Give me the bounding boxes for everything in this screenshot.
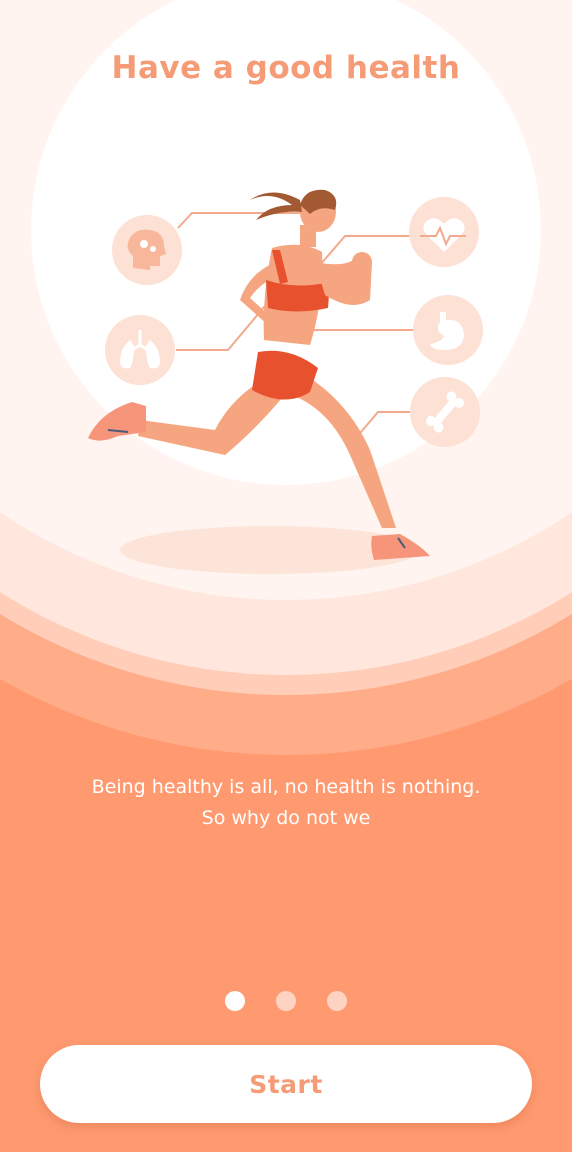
lungs-icon <box>105 315 175 385</box>
start-button[interactable]: Start <box>40 1045 532 1123</box>
heartbeat-icon <box>409 197 479 267</box>
description-text: Being healthy is all, no health is nothi… <box>0 772 572 834</box>
runner-illustration <box>88 189 483 574</box>
brain-gears-icon <box>112 215 182 285</box>
stomach-icon <box>413 295 483 365</box>
description-line-1: Being healthy is all, no health is nothi… <box>91 776 481 798</box>
page-title: Have a good health <box>111 50 461 86</box>
page-dot-2[interactable] <box>276 991 296 1011</box>
description-line-2: So why do not we <box>201 807 371 829</box>
bone-icon <box>410 377 480 447</box>
onboarding-screen: Have a good health Being healthy is all,… <box>0 0 572 1152</box>
page-dot-3[interactable] <box>327 991 347 1011</box>
page-dot-1[interactable] <box>225 991 245 1011</box>
page-indicator <box>0 991 572 1013</box>
